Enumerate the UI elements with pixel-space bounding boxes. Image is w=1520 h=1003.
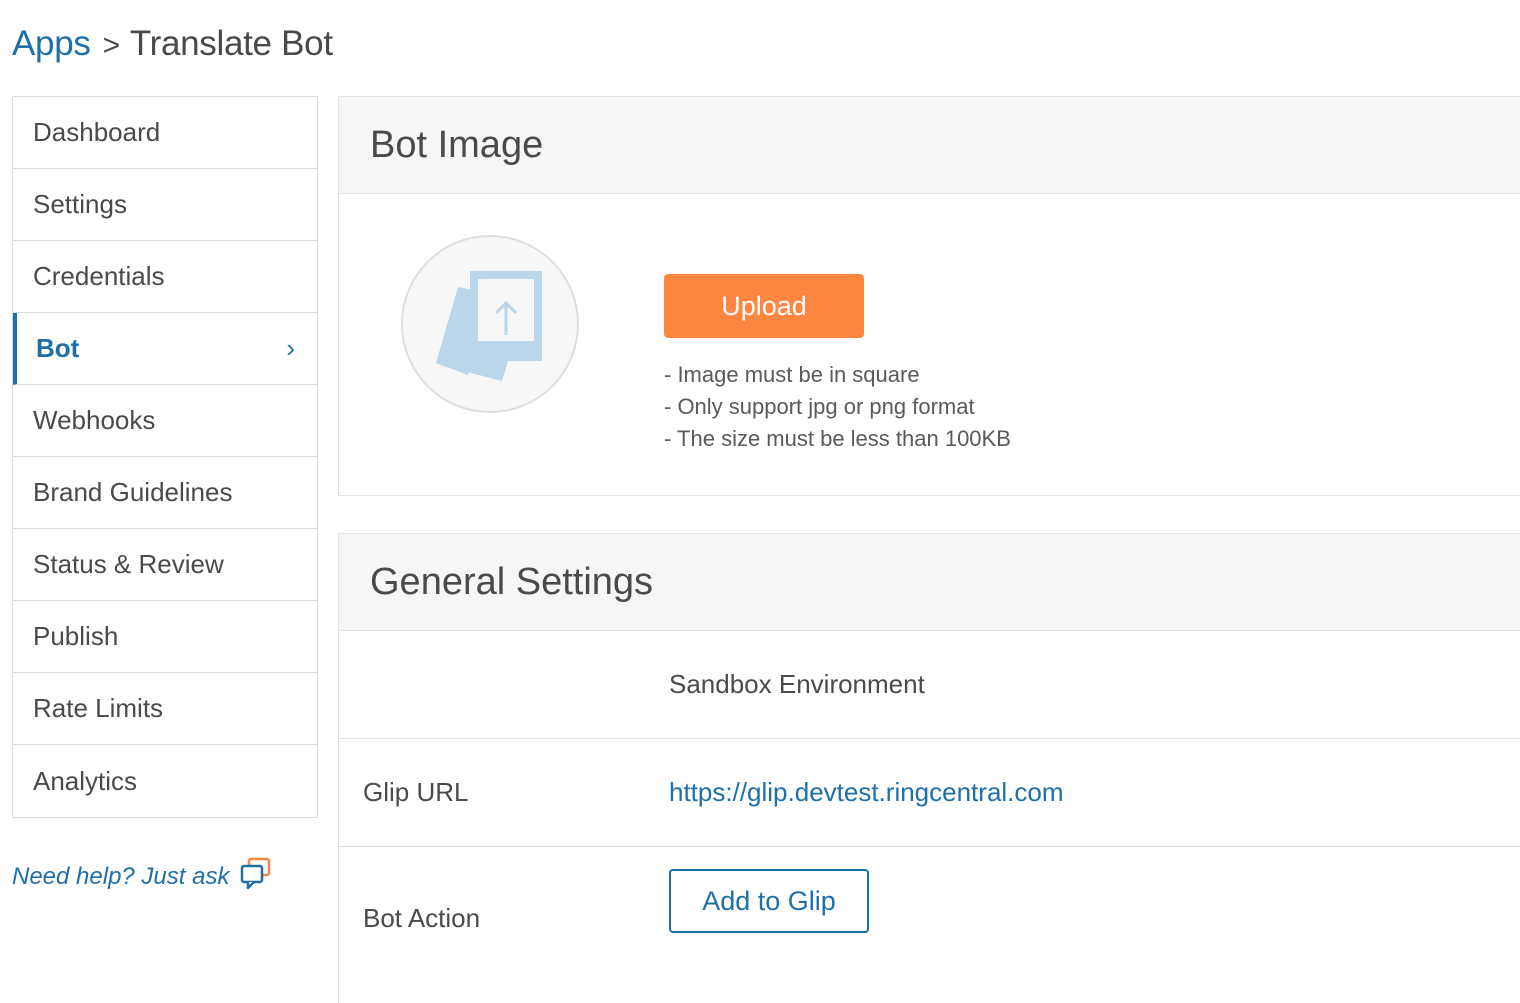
sidebar-item-bot[interactable]: Bot ›: [13, 313, 317, 385]
sidebar-item-status-review[interactable]: Status & Review: [13, 529, 317, 601]
glip-url-label: Glip URL: [363, 777, 469, 807]
glip-url-row: Glip URL https://glip.devtest.ringcentra…: [339, 739, 1520, 847]
sidebar-item-label: Publish: [33, 621, 119, 651]
sidebar-item-label: Webhooks: [33, 405, 156, 435]
general-settings-card: General Settings Sandbox Environment Gli…: [338, 533, 1520, 1003]
sidebar-item-label: Bot: [36, 333, 80, 363]
sidebar-item-label: Rate Limits: [33, 693, 164, 723]
image-rule: - Image must be in square: [664, 362, 920, 387]
help-label: Need help? Just ask: [12, 862, 230, 890]
sidebar-item-label: Dashboard: [33, 117, 161, 147]
general-settings-title: General Settings: [339, 534, 1520, 631]
help-link[interactable]: Need help? Just ask: [12, 856, 273, 897]
bot-image-card: Bot Image Upload - Image must be in squa…: [338, 96, 1520, 496]
sidebar-item-settings[interactable]: Settings: [13, 169, 317, 241]
sidebar-item-label: Status & Review: [33, 549, 224, 579]
sidebar-item-rate-limits[interactable]: Rate Limits: [13, 673, 317, 745]
chat-bubbles-icon: [239, 856, 273, 897]
sidebar-item-analytics[interactable]: Analytics: [13, 745, 317, 817]
breadcrumb-apps-link[interactable]: Apps: [12, 24, 91, 64]
sidebar-item-publish[interactable]: Publish: [13, 601, 317, 673]
sidebar-item-brand-guidelines[interactable]: Brand Guidelines: [13, 457, 317, 529]
sidebar-item-label: Brand Guidelines: [33, 477, 233, 507]
image-upload-placeholder-icon: [430, 257, 550, 392]
environment-header-row: Sandbox Environment: [339, 631, 1520, 739]
upload-button[interactable]: Upload: [664, 274, 864, 338]
bot-action-label: Bot Action: [363, 903, 481, 933]
sidebar-item-label: Analytics: [33, 765, 138, 796]
breadcrumb-separator: >: [102, 29, 121, 62]
image-rules: - Image must be in square - Only support…: [664, 359, 1011, 455]
page-title: Translate Bot: [129, 24, 333, 63]
sidebar-nav: Dashboard Settings Credentials Bot › Web…: [12, 96, 318, 818]
sidebar-item-label: Credentials: [33, 261, 165, 291]
sidebar-item-label: Settings: [33, 189, 127, 219]
chevron-right-icon: ›: [286, 333, 295, 363]
sidebar-item-dashboard[interactable]: Dashboard: [13, 97, 317, 169]
bot-action-row: Bot Action Add to Glip: [339, 847, 1520, 997]
bot-image-title: Bot Image: [339, 97, 1520, 194]
breadcrumb: Apps > Translate Bot: [12, 24, 333, 64]
glip-url-link[interactable]: https://glip.devtest.ringcentral.com: [669, 777, 1064, 808]
sidebar-item-webhooks[interactable]: Webhooks: [13, 385, 317, 457]
bot-image-preview: [401, 235, 579, 413]
environment-header: Sandbox Environment: [669, 669, 925, 699]
sidebar-item-credentials[interactable]: Credentials: [13, 241, 317, 313]
image-rule: - The size must be less than 100KB: [664, 426, 1011, 451]
add-to-glip-button[interactable]: Add to Glip: [669, 869, 869, 933]
image-rule: - Only support jpg or png format: [664, 394, 975, 419]
